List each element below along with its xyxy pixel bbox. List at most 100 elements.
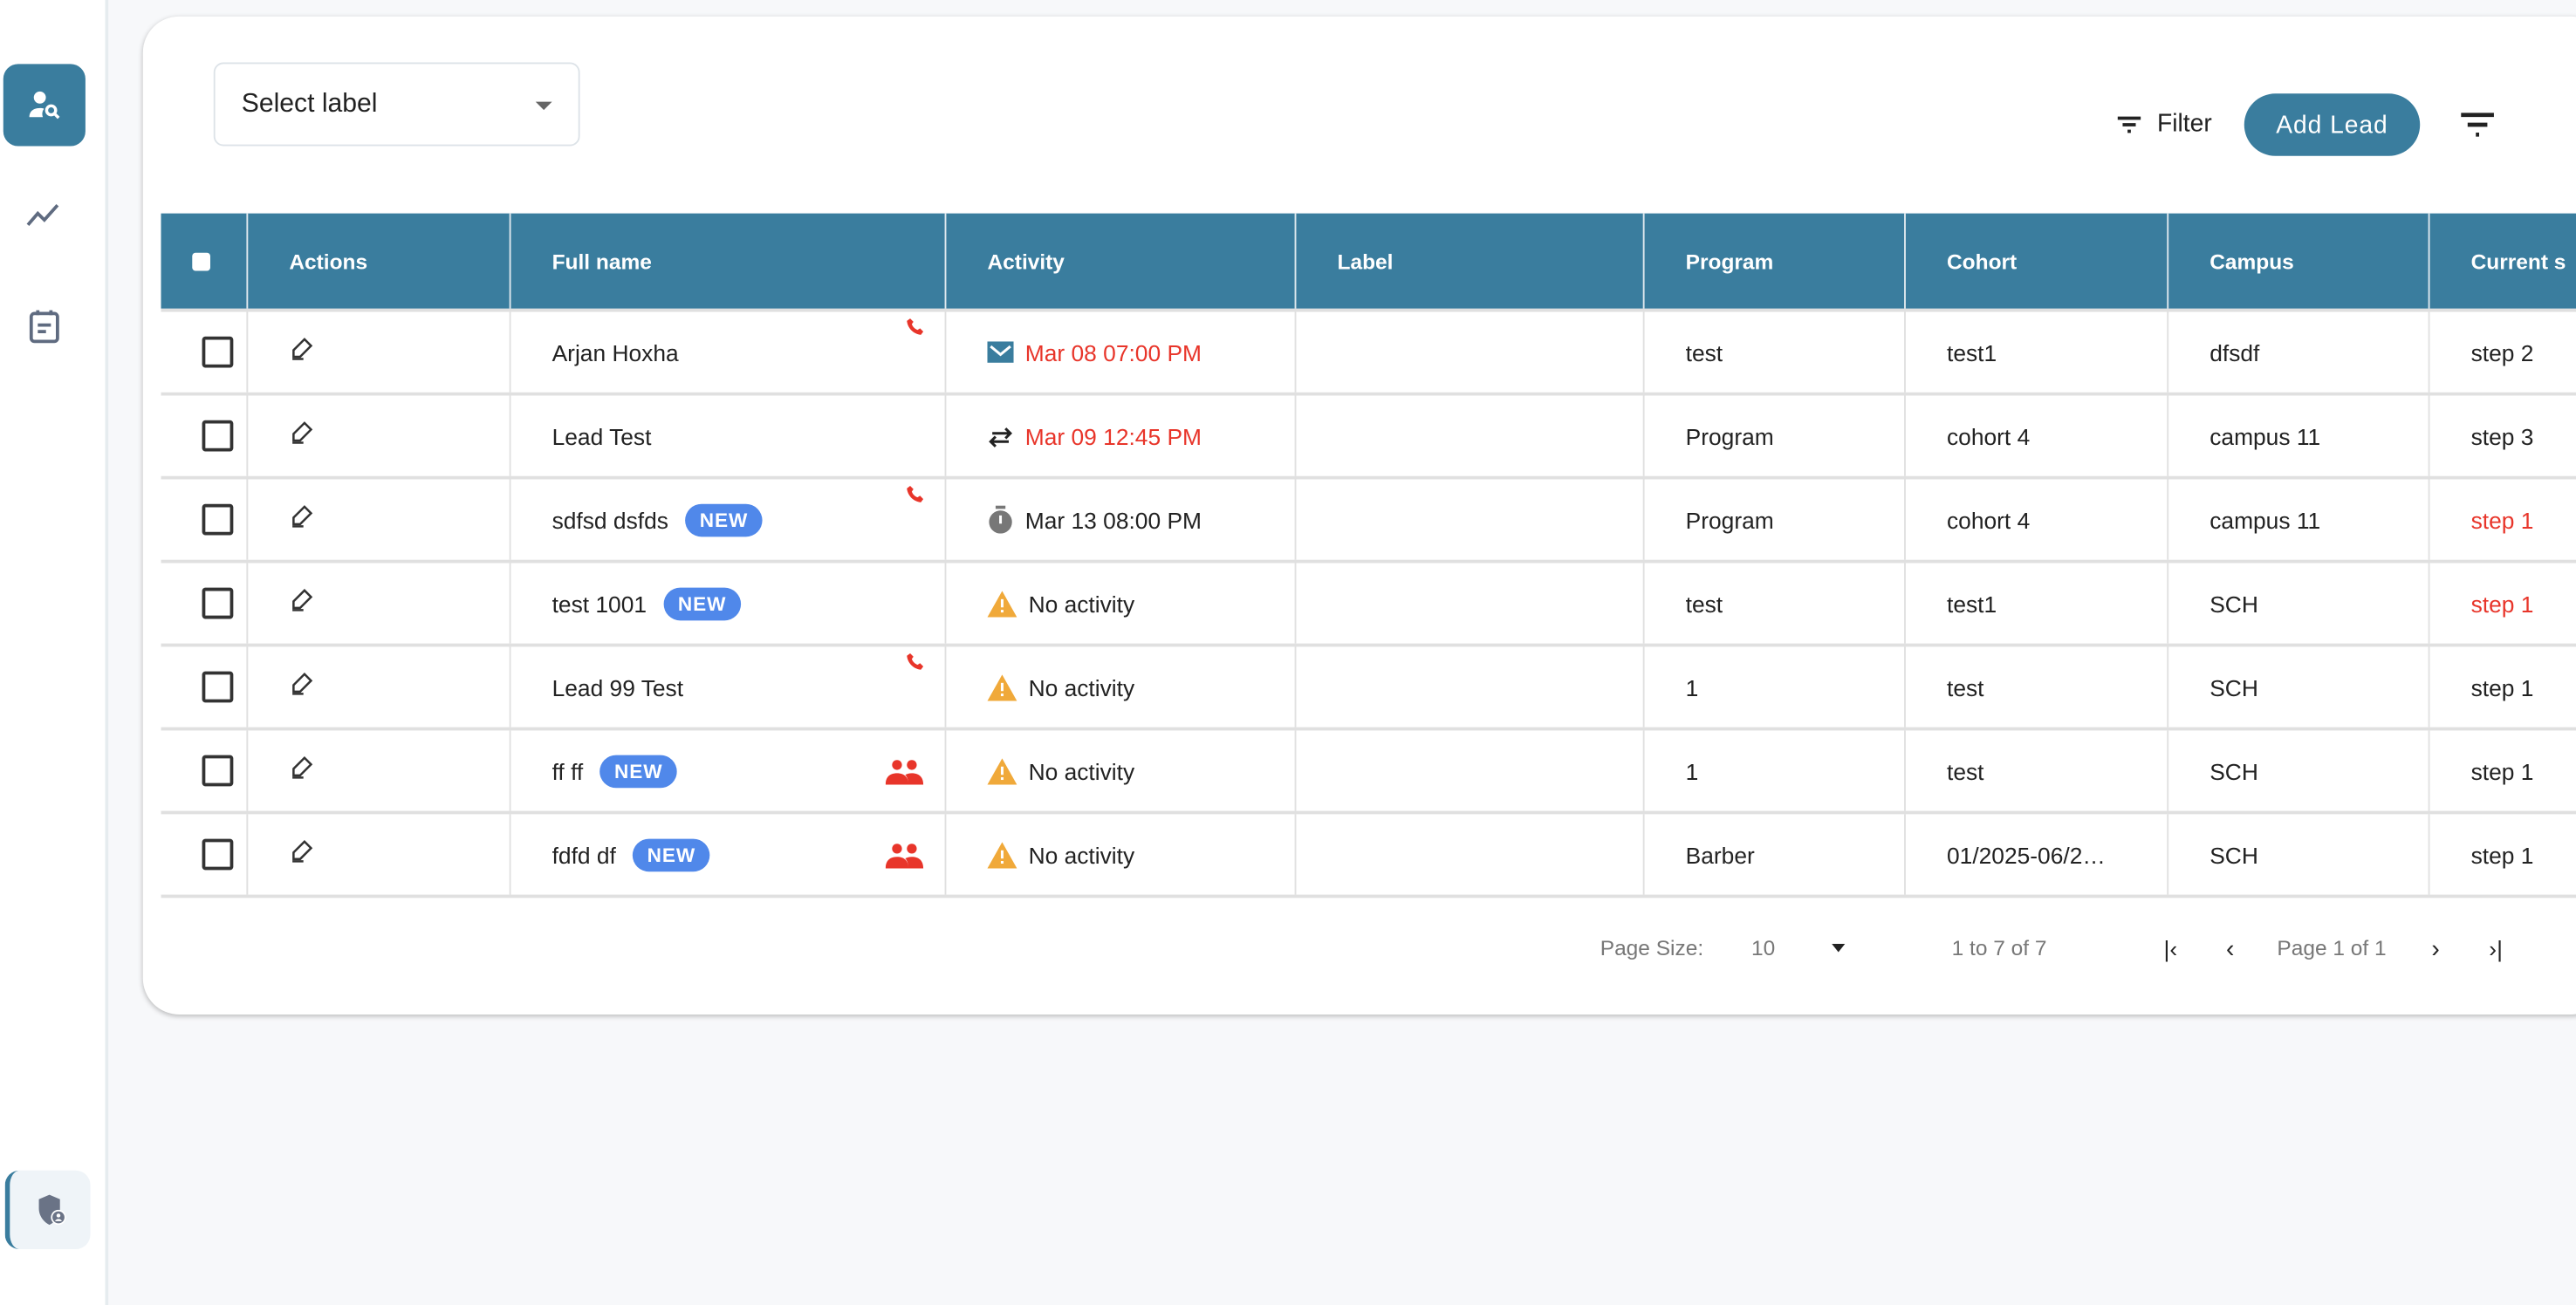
- lead-name[interactable]: ff ff: [552, 757, 584, 783]
- campus-value: SCH: [2209, 590, 2258, 617]
- column-header[interactable]: Current s: [2428, 213, 2576, 309]
- campus-value: campus 11: [2209, 506, 2321, 533]
- lead-name[interactable]: Arjan Hoxha: [552, 339, 679, 366]
- table-row[interactable]: Lead 99 Test No activity 1 test SCH step 1: [161, 643, 2576, 728]
- table-row[interactable]: sdfsd dsfds NEW Mar 13 08:00 PM Program coho…: [161, 475, 2576, 560]
- edit-icon[interactable]: [289, 586, 315, 618]
- column-header[interactable]: Label: [1294, 213, 1643, 309]
- activity-cell: Mar 13 08:00 PM: [944, 479, 1295, 560]
- header-select-all[interactable]: [161, 214, 247, 309]
- campus-value: SCH: [2209, 841, 2258, 868]
- sidebar-item-admin[interactable]: [4, 1170, 91, 1250]
- edit-icon[interactable]: [289, 419, 315, 450]
- full-name-cell[interactable]: sdfsd dsfds NEW: [509, 479, 945, 560]
- table-row[interactable]: test 1001 NEW No activity test test1 SCH step …: [161, 559, 2576, 644]
- leads-table: Actions Full name Activity Label Program Coho…: [161, 213, 2576, 898]
- add-lead-button[interactable]: Add Lead: [2244, 93, 2421, 156]
- select-all-checkbox[interactable]: [192, 251, 210, 270]
- lead-name[interactable]: fdfd df: [552, 841, 616, 867]
- prev-page-button[interactable]: ‹: [2226, 936, 2234, 964]
- step-cell: step 1: [2428, 814, 2576, 895]
- table-row[interactable]: ff ff NEW No activity 1 test SCH step 1: [161, 727, 2576, 811]
- cohort-value: test: [1946, 673, 1984, 700]
- label-cell: [1294, 395, 1643, 476]
- actions-cell: [246, 563, 509, 644]
- page-size-label: Page Size:: [1600, 935, 1704, 960]
- sidebar-item-lead-search[interactable]: [3, 64, 86, 147]
- edit-icon[interactable]: [289, 335, 315, 366]
- column-header[interactable]: Cohort: [1904, 213, 2167, 309]
- full-name-cell[interactable]: ff ff NEW: [509, 730, 945, 811]
- row-checkbox[interactable]: [202, 755, 234, 787]
- label-select[interactable]: Select label: [213, 62, 580, 147]
- edit-icon[interactable]: [289, 754, 315, 785]
- step-value: step 1: [2470, 506, 2534, 533]
- row-select[interactable]: [161, 312, 247, 393]
- campus-cell: SCH: [2167, 814, 2428, 895]
- campus-value: campus 11: [2209, 422, 2321, 449]
- lead-name[interactable]: Lead 99 Test: [552, 673, 683, 700]
- row-select[interactable]: [161, 479, 247, 559]
- full-name-cell[interactable]: test 1001 NEW: [509, 563, 945, 644]
- row-checkbox[interactable]: [202, 671, 234, 703]
- column-header[interactable]: Full name: [509, 213, 945, 309]
- last-page-button[interactable]: ›|: [2489, 936, 2503, 962]
- edit-icon[interactable]: [289, 670, 315, 701]
- lead-name[interactable]: test 1001: [552, 591, 647, 617]
- program-cell: Program: [1642, 479, 1904, 560]
- table-row[interactable]: Arjan Hoxha Mar 08 07:00 PM test test1 dfsdf…: [161, 308, 2576, 393]
- program-cell: 1: [1642, 646, 1904, 728]
- page-size-select[interactable]: 10: [1729, 936, 1860, 962]
- row-checkbox[interactable]: [202, 336, 234, 368]
- column-header[interactable]: Actions: [246, 213, 509, 309]
- row-select[interactable]: [161, 396, 247, 476]
- activity-cell: No activity: [944, 646, 1295, 728]
- chevron-down-icon: [1832, 944, 1846, 953]
- next-page-button[interactable]: ›: [2431, 936, 2439, 964]
- row-checkbox[interactable]: [202, 838, 234, 871]
- cohort-value: test1: [1946, 590, 1997, 617]
- full-name-cell[interactable]: Arjan Hoxha: [509, 311, 945, 393]
- filter-button[interactable]: Filter: [2114, 110, 2212, 138]
- sort-menu-button[interactable]: [2459, 112, 2495, 147]
- row-checkbox[interactable]: [202, 420, 234, 452]
- column-header[interactable]: Program: [1642, 213, 1904, 309]
- timer-icon: [988, 505, 1014, 534]
- campus-cell: campus 11: [2167, 395, 2428, 476]
- row-checkbox[interactable]: [202, 587, 234, 619]
- row-select[interactable]: [161, 814, 247, 894]
- step-cell: step 1: [2428, 479, 2576, 560]
- sort-icon: [2461, 113, 2494, 137]
- actions-cell: [246, 479, 509, 560]
- activity-text: No activity: [1028, 590, 1135, 617]
- actions-cell: [246, 395, 509, 476]
- phone-icon: [905, 315, 925, 341]
- label-cell: [1294, 730, 1643, 811]
- campus-cell: dfsdf: [2167, 311, 2428, 393]
- first-page-button[interactable]: |‹: [2164, 936, 2178, 962]
- step-cell: step 1: [2428, 730, 2576, 811]
- full-name-cell[interactable]: Lead 99 Test: [509, 646, 945, 728]
- edit-icon[interactable]: [289, 502, 315, 534]
- full-name-cell[interactable]: fdfd df NEW: [509, 814, 945, 895]
- sidebar: [0, 0, 109, 1305]
- table-row[interactable]: Lead Test Mar 09 12:45 PM Program cohort 4 c…: [161, 392, 2576, 476]
- row-checkbox[interactable]: [202, 503, 234, 536]
- group-icon: [885, 842, 925, 873]
- sidebar-item-calendar[interactable]: [3, 285, 86, 367]
- column-header[interactable]: Campus: [2167, 213, 2428, 309]
- row-select[interactable]: [161, 730, 247, 810]
- sidebar-item-analytics[interactable]: [3, 174, 86, 256]
- column-header[interactable]: Activity: [944, 213, 1295, 309]
- lead-name[interactable]: sdfsd dsfds: [552, 507, 668, 533]
- row-select[interactable]: [161, 563, 247, 643]
- label-select-value: Select label: [241, 90, 378, 119]
- program-value: test: [1685, 338, 1723, 366]
- full-name-cell[interactable]: Lead Test: [509, 395, 945, 476]
- table-row[interactable]: fdfd df NEW No activity Barber 01/2025-06/2……: [161, 810, 2576, 898]
- lead-name[interactable]: Lead Test: [552, 423, 652, 449]
- row-select[interactable]: [161, 646, 247, 727]
- edit-icon[interactable]: [289, 837, 315, 869]
- cohort-cell: test: [1904, 646, 2167, 728]
- label-cell: [1294, 311, 1643, 393]
